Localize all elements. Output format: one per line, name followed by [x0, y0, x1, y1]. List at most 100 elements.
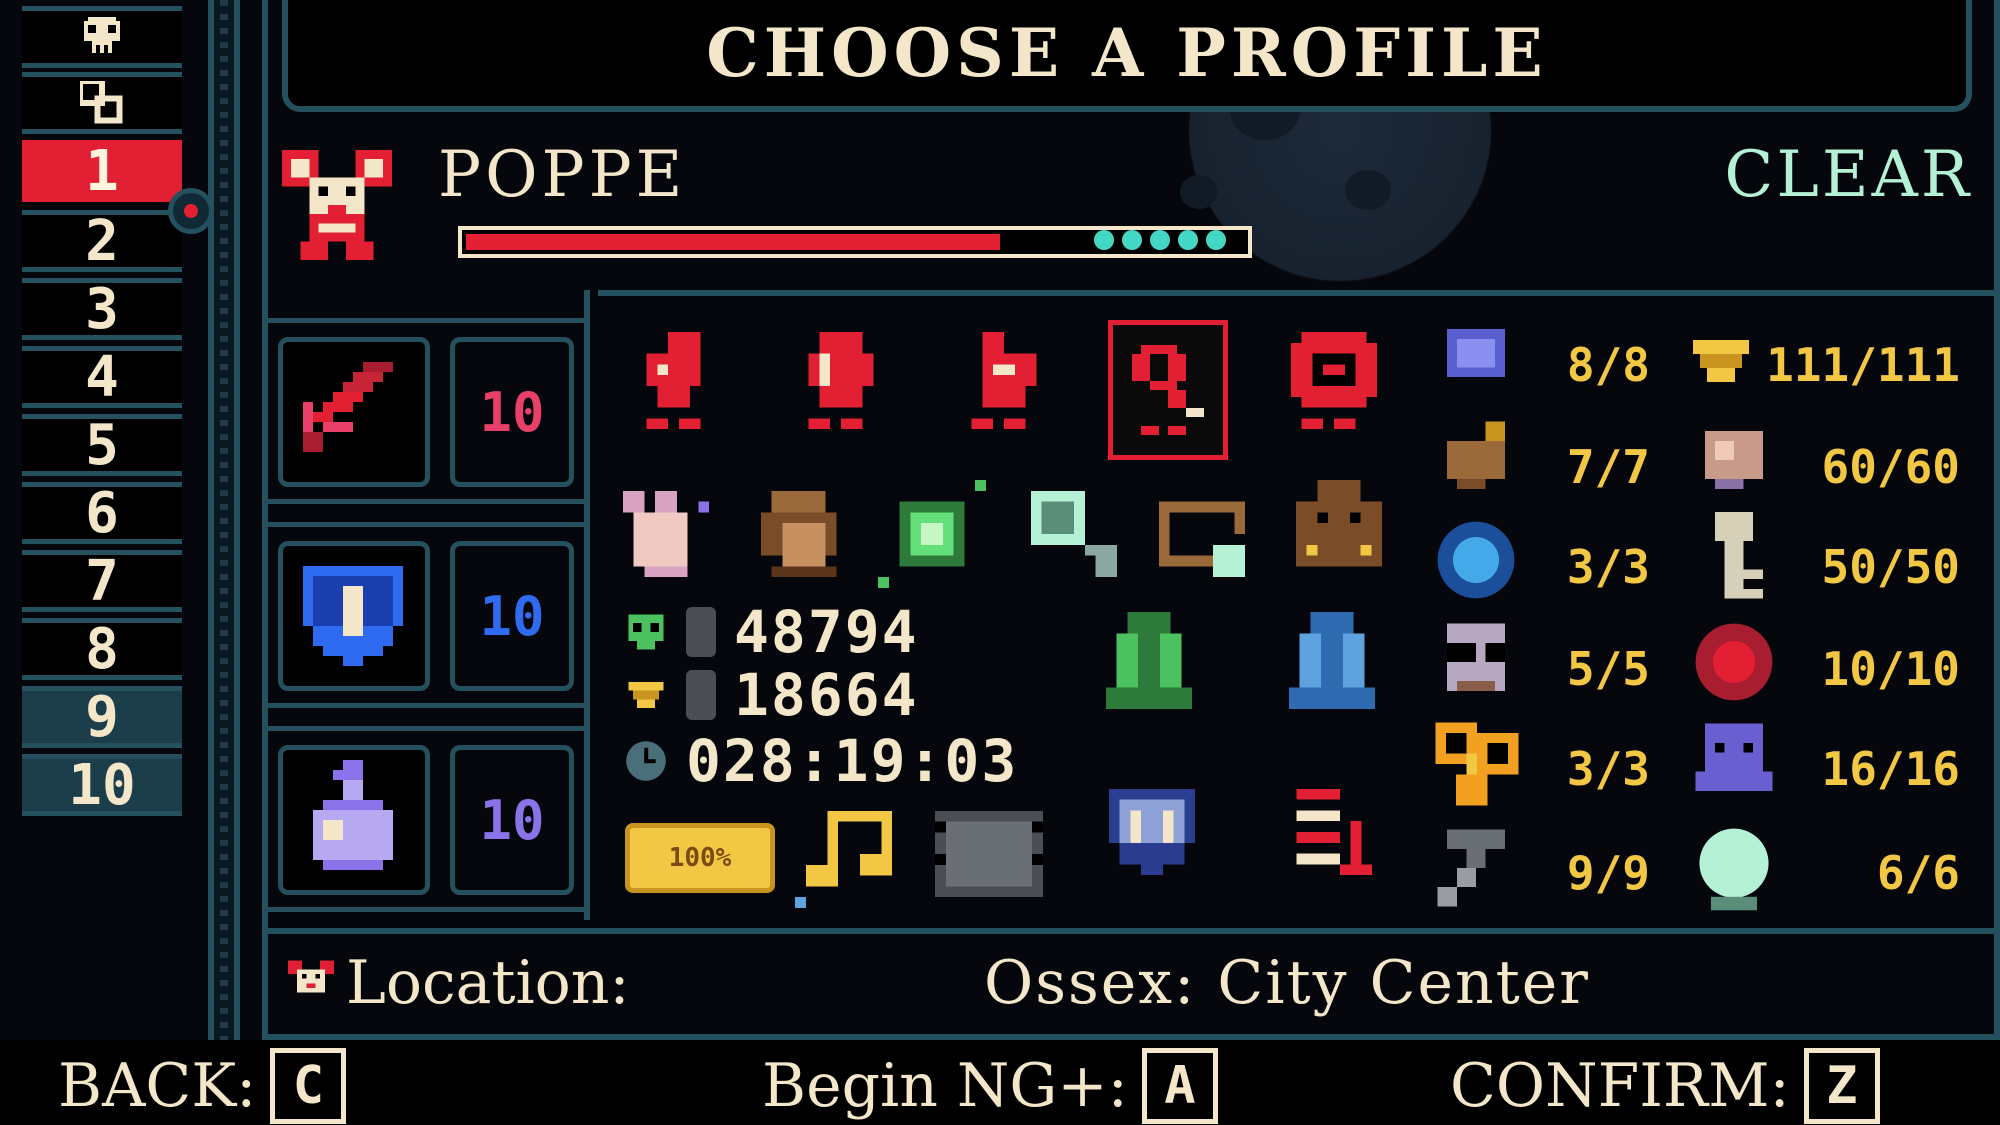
blue-cloak-icon[interactable]	[1278, 612, 1386, 720]
gold-bar-item[interactable]: 100%	[624, 818, 776, 898]
kills-stat: 48794	[624, 598, 919, 666]
green-skull-icon	[628, 614, 664, 650]
profile-slot-3[interactable]: 3	[22, 276, 182, 342]
gems-value: 18664	[734, 661, 919, 729]
page-title: CHOOSE A PROFILE	[706, 14, 1548, 92]
green-orb-icon[interactable]	[878, 480, 986, 588]
profile-name: POPPE	[438, 138, 687, 212]
brown-beast-icon[interactable]	[1285, 480, 1393, 588]
location-label: Location:	[346, 948, 630, 1018]
equipment-slot[interactable]	[278, 337, 430, 487]
blue-orb-count: 3/3	[1566, 540, 1650, 594]
gem-count: 111/111	[1766, 338, 1960, 392]
playtime-value: 028:19:03	[686, 727, 1019, 795]
equipment-level: 10	[450, 541, 574, 691]
back-key[interactable]: C	[270, 1048, 347, 1124]
equipment-row-shield: 10	[268, 522, 590, 708]
confirm-label: CONFIRM:	[1450, 1051, 1790, 1121]
kills-value: 48794	[734, 598, 919, 666]
back-control[interactable]: BACK: C	[58, 1048, 347, 1124]
profile-header: POPPE CLEAR	[268, 130, 1994, 280]
back-label: BACK:	[58, 1051, 257, 1121]
equipment-row-potion: 10	[268, 726, 590, 912]
skull-icon-slot[interactable]	[22, 6, 182, 68]
mouse-avatar-icon	[282, 150, 392, 260]
slot-number: 9	[85, 684, 119, 750]
selected-item-slot[interactable]	[1108, 320, 1228, 460]
brown-hand-icon[interactable]	[750, 480, 858, 588]
progress-gem	[1150, 230, 1170, 250]
clock-icon	[626, 741, 666, 781]
spring-icon[interactable]	[1275, 778, 1383, 886]
equipment-slot[interactable]	[278, 745, 430, 895]
slot-number: 8	[85, 616, 119, 682]
red-trinket-1-icon[interactable]	[625, 332, 733, 440]
progress-gem	[1206, 230, 1226, 250]
footer-controls: BACK: C Begin NG+: A CONFIRM: Z	[0, 1040, 2000, 1125]
profile-slot-1[interactable]: 1	[22, 138, 182, 204]
red-trinket-2-icon[interactable]	[787, 332, 895, 440]
zero-prefix-icon	[686, 607, 716, 657]
title-bar: CHOOSE A PROFILE	[282, 0, 1972, 112]
key-count: 50/50	[1821, 540, 1960, 594]
equipment-column: 10 10 10	[268, 290, 590, 920]
film-icon[interactable]	[935, 800, 1043, 908]
location-bar: Location: Ossex: City Center	[268, 928, 1994, 1030]
progress-gem	[1178, 230, 1198, 250]
equipment-row-sword: 10	[268, 318, 590, 504]
profile-slot-5[interactable]: 5	[22, 412, 182, 478]
red-ring-icon[interactable]	[1280, 332, 1388, 440]
equipment-level: 10	[450, 745, 574, 895]
slot-selector-knob	[168, 188, 214, 234]
location-value: Ossex: City Center	[984, 948, 1590, 1018]
profile-slot-2[interactable]: 2	[22, 209, 182, 274]
sword-icon	[303, 362, 393, 452]
new-game-plus-control[interactable]: Begin NG+: A	[762, 1048, 1218, 1124]
progress-fill	[466, 234, 1001, 250]
gems-stat: 18664	[624, 661, 919, 729]
equipment-slot[interactable]	[278, 541, 430, 691]
purple-creature-count: 16/16	[1821, 742, 1960, 796]
red-trinket-selected-icon	[1132, 345, 1204, 435]
pink-creature-icon[interactable]	[612, 480, 720, 588]
profile-slot-10[interactable]: 10	[22, 753, 182, 818]
crystal-ball-count: 6/6	[1876, 846, 1960, 900]
progress-gem	[1122, 230, 1142, 250]
new-game-plus-label: Begin NG+:	[762, 1051, 1128, 1121]
slot-number: 3	[85, 276, 119, 342]
rose-count: 10/10	[1821, 642, 1960, 696]
slot-number: 1	[85, 138, 119, 204]
profile-slot-9[interactable]: 9	[22, 684, 182, 750]
confirm-key[interactable]: Z	[1803, 1048, 1880, 1124]
slot-number: 7	[85, 548, 119, 614]
profile-slot-list: 1 2 3 4 5 6 7 8 9 10	[0, 0, 250, 1040]
bracelet-icon[interactable]	[1148, 480, 1256, 588]
progress-gem	[1094, 230, 1114, 250]
confirm-control[interactable]: CONFIRM: Z	[1450, 1048, 1880, 1124]
zero-prefix-icon	[686, 670, 716, 720]
red-trinket-3-icon[interactable]	[950, 332, 1058, 440]
profile-slot-6[interactable]: 6	[22, 480, 182, 546]
shield-icon	[303, 566, 403, 666]
pickaxe-count: 9/9	[1566, 846, 1650, 900]
slot-number: 6	[85, 480, 119, 546]
profile-slot-4[interactable]: 4	[22, 345, 182, 410]
slot-number: 5	[85, 412, 119, 478]
progress-gems	[1094, 230, 1226, 250]
profile-slot-7[interactable]: 7	[22, 548, 182, 614]
profile-status: CLEAR	[1724, 138, 1972, 212]
completion-progress-bar	[436, 220, 1274, 264]
gem-icon[interactable]	[1686, 326, 1756, 396]
rank-ii-shield-icon[interactable]	[1098, 778, 1206, 886]
slot-scroll-rail[interactable]	[208, 0, 240, 1040]
green-cloak-icon[interactable]	[1095, 612, 1203, 720]
playtime-stat: 028:19:03	[624, 727, 1018, 795]
new-game-plus-key[interactable]: A	[1141, 1048, 1218, 1124]
swap-icon-slot[interactable]	[22, 72, 182, 134]
profile-slot-8[interactable]: 8	[22, 616, 182, 682]
magnifier-icon[interactable]	[1020, 480, 1128, 588]
gold-gem-icon	[628, 681, 664, 709]
music-note-icon[interactable]	[795, 800, 903, 908]
blue-stone-count: 8/8	[1566, 338, 1650, 392]
gold-bar-icon: 100%	[625, 823, 775, 893]
